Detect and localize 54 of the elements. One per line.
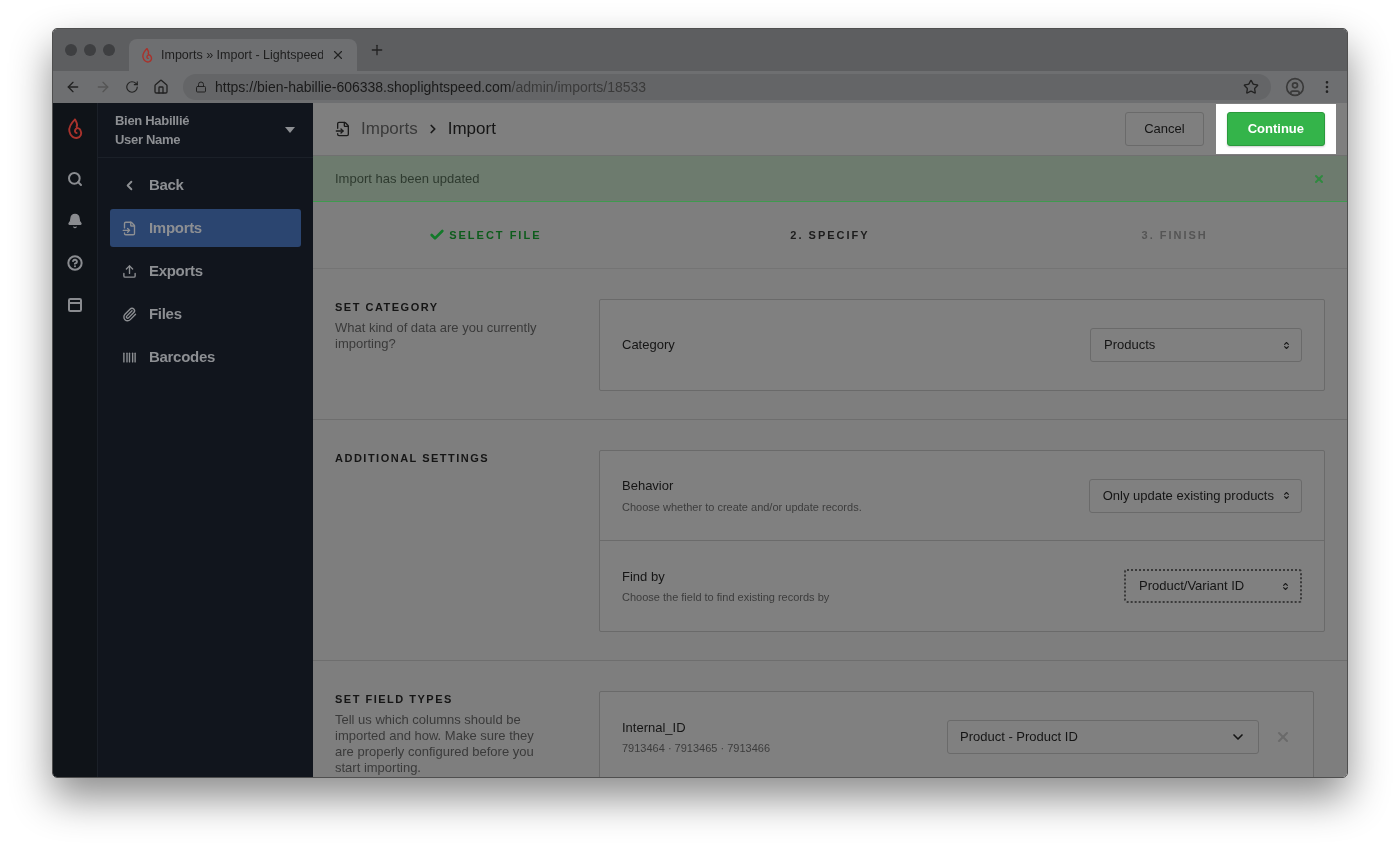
field-label: Internal_ID [622, 718, 687, 737]
section-description: Tell us which columns should be imported and how. Make sure they are properly configured before you start importing. [335, 711, 535, 776]
paperclip-icon [122, 306, 137, 322]
field-hint: Choose whether to create and/or update records. [622, 499, 863, 515]
lock-icon [195, 81, 207, 93]
profile-icon[interactable] [1285, 77, 1305, 97]
bell-icon[interactable] [67, 213, 83, 229]
flame-logo-icon [67, 117, 83, 141]
sidebar-item[interactable]: Imports [110, 209, 301, 247]
breadcrumb-link[interactable]: Imports [361, 116, 418, 142]
browser-window-icon[interactable] [67, 297, 83, 313]
import-icon [122, 220, 137, 236]
updown-icon [1282, 491, 1291, 500]
select-field[interactable]: Products [1090, 328, 1302, 362]
banner-message: Import has been updated [335, 169, 481, 188]
sidebar-item[interactable]: Files [110, 295, 301, 333]
reload-icon[interactable] [125, 80, 139, 94]
updown-icon [1282, 340, 1291, 350]
field-hint: 7913464 · 7913465 · 7913466 [622, 741, 772, 756]
page-title: Import [447, 118, 496, 141]
field-label: Category [622, 336, 676, 355]
dropdown-caret-icon[interactable] [285, 127, 295, 133]
user-name: User Name [115, 131, 182, 149]
home-icon[interactable] [153, 79, 169, 95]
section-title: ADDITIONAL SETTINGS [335, 451, 491, 466]
step-label: 2. SPECIFY [790, 227, 870, 243]
cancel-button[interactable]: Cancel [1125, 112, 1204, 146]
close-icon[interactable] [331, 48, 345, 62]
sidebar-item[interactable]: Exports [110, 252, 301, 290]
select-field[interactable]: Product/Variant ID [1124, 569, 1302, 603]
sidebar-item[interactable]: Back [110, 166, 301, 204]
import-icon [335, 121, 351, 137]
upload-icon [122, 263, 137, 279]
sidebar-item[interactable]: Barcodes [110, 338, 301, 376]
field-hint: Choose the field to find existing records by [622, 590, 831, 605]
step-label: SELECT FILE [449, 227, 542, 243]
updown-icon [1281, 581, 1290, 591]
bookmark-star-icon[interactable] [1243, 79, 1259, 95]
field-label: Behavior [622, 477, 675, 495]
new-tab-icon[interactable] [369, 42, 385, 58]
search-icon[interactable] [67, 171, 83, 187]
browser-tab[interactable]: Imports » Import - Lightspeed [129, 39, 357, 71]
check-icon [429, 227, 446, 243]
dropdown-field[interactable]: Product - Product ID [947, 720, 1259, 754]
select-field[interactable]: Only update existing products [1088, 478, 1302, 513]
help-icon[interactable] [67, 255, 83, 271]
continue-button[interactable]: Continue [1226, 112, 1325, 146]
section-title: SET CATEGORY [335, 300, 440, 315]
shop-name: Bien Habillié [115, 111, 191, 130]
barcode-icon [122, 349, 137, 365]
field-label: Find by [622, 567, 666, 586]
flame-logo-icon [141, 47, 153, 63]
section-title: SET FIELD TYPES [335, 692, 454, 707]
section-description: What kind of data are you currently importing? [335, 319, 538, 352]
